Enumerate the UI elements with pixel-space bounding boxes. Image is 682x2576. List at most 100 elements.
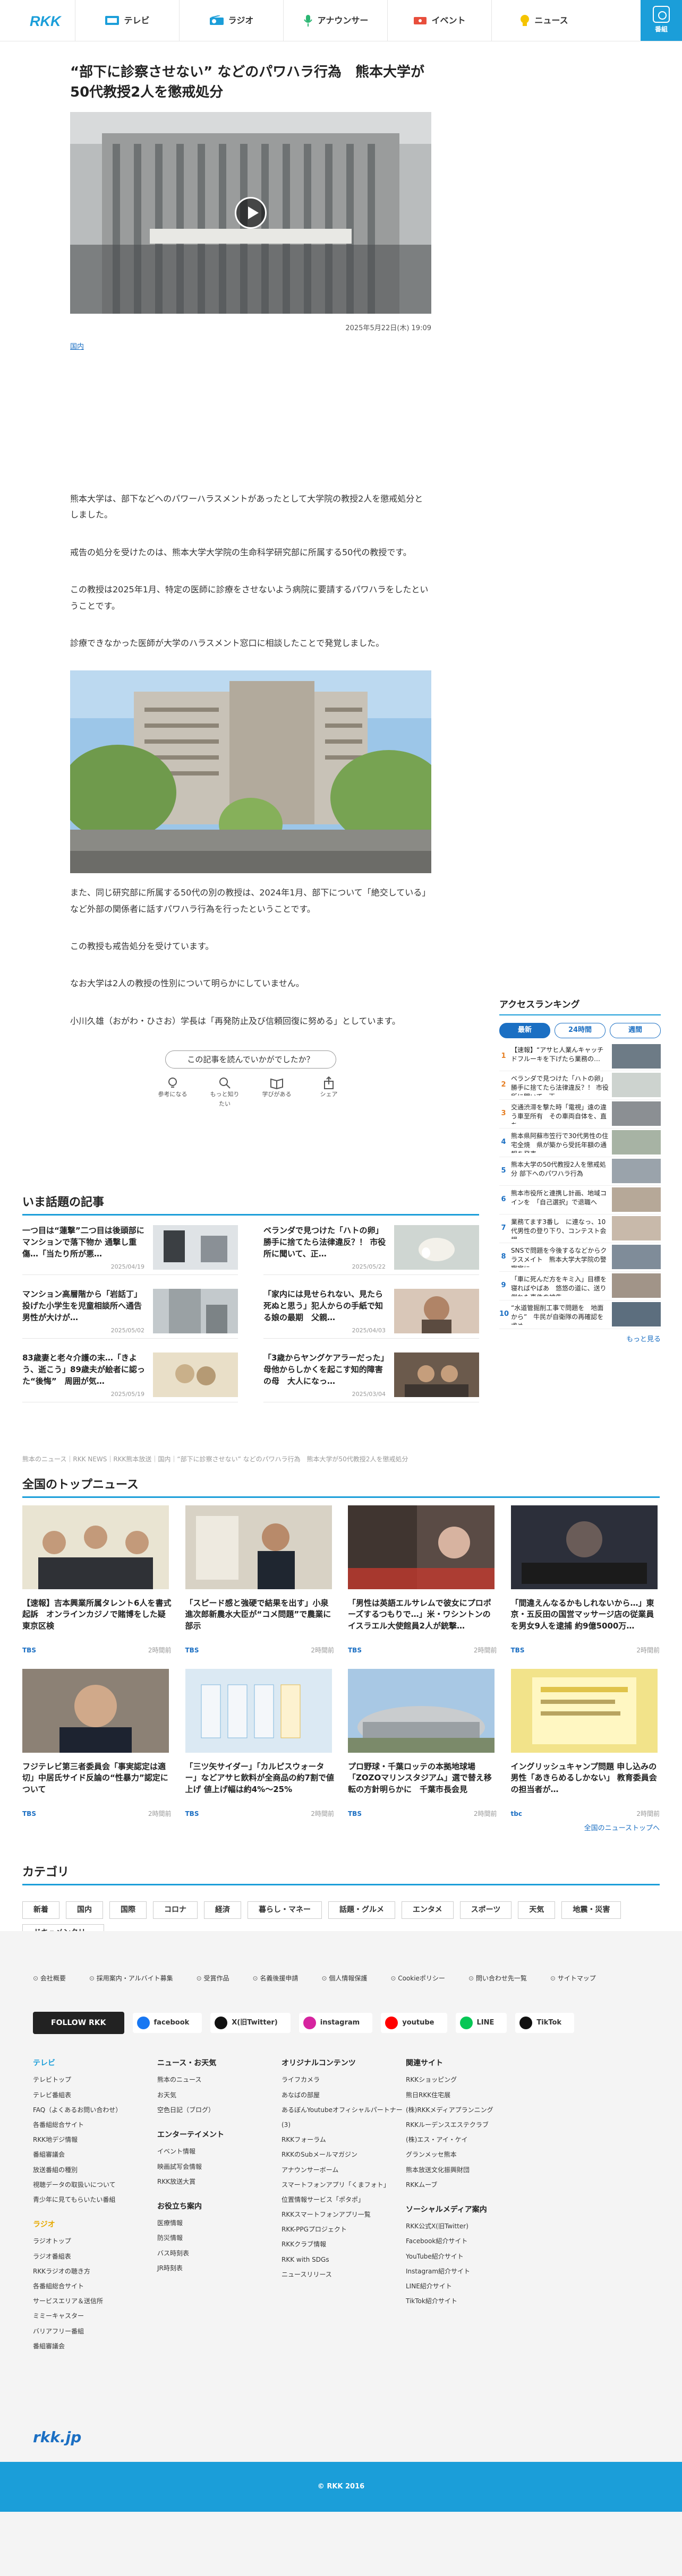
category-button[interactable]: エンタメ [402,1901,454,1919]
footer-link[interactable]: 映画試写会情報 [157,2159,282,2174]
footer-link[interactable]: RKK with SDGs [282,2252,406,2267]
trending-item[interactable]: ベランダで見つけた「ハトの卵」勝手に捨てたら法律違反？！ 市役所に聞いて、正… 2… [263,1225,479,1275]
footer-link[interactable]: スマートフォンアプリ「くまフォト」 [282,2177,406,2192]
nav-event[interactable]: イベント [388,0,492,41]
footer-link[interactable]: 位置情報サービス「ポタポ」 [282,2192,406,2207]
footer-link[interactable]: FAQ（よくあるお問い合わせ） [33,2103,157,2117]
trending-item[interactable]: 一つ目は“蓮撃”二つ目は後頭部にマンションで落下物か 通撃し重傷…「当たり所が悪… [22,1225,238,1275]
nav-tv[interactable]: テレビ [75,0,180,41]
nav-news[interactable]: ニュース [492,0,596,41]
footer-link[interactable]: RKKクラブ情報 [282,2237,406,2252]
footer-link[interactable]: お天気 [157,2088,282,2103]
footer-link[interactable]: (株)RKKメディアプランニング [406,2103,530,2117]
footer-link[interactable]: 番組審議会 [33,2147,157,2162]
all-news-link[interactable]: 全国のニューストップへ [584,1823,660,1834]
footer-link[interactable]: RKKムーブ [406,2177,530,2192]
news-card[interactable]: 「三ツ矢サイダー」「カルピスウォーター」などアサヒ飲料が全商品の約7割で値上げ … [185,1669,334,1817]
footer-link[interactable]: 個人情報保護 [321,1974,367,1984]
footer-link[interactable]: 放送番組の種別 [33,2163,157,2177]
footer-link[interactable]: 熊本のニュース [157,2072,282,2087]
category-button[interactable]: 話題・グルメ [328,1901,395,1919]
footer-link[interactable]: 会社概要 [33,1974,66,1984]
footer-link[interactable]: 防災情報 [157,2230,282,2245]
footer-link[interactable]: 空色日記（ブログ） [157,2103,282,2117]
footer-link[interactable]: ラジオトップ [33,2234,157,2248]
news-card[interactable]: フジテレビ第三者委員会「事実認定は適切」中居氏サイド反論の“性暴力”認定について… [22,1669,172,1817]
category-button[interactable]: 国内 [66,1901,103,1919]
footer-link[interactable]: サイトマップ [550,1974,596,1984]
ranking-item[interactable]: 1 【速報】“アサヒ人業んキャッチドフルーキを下げたら業務の… [499,1043,661,1071]
footer-link[interactable]: 視聴データの取扱いについて [33,2177,157,2192]
news-card[interactable]: 【速報】吉本興業所属タレント6人を書式起訴 オンラインカジノで賭博をした疑 東京… [22,1505,172,1654]
article-video[interactable] [70,112,431,314]
footer-link[interactable]: アナウンサーボーム [282,2163,406,2177]
footer-link[interactable]: Facebook紹介サイト [406,2234,530,2248]
footer-link[interactable]: RKK-PPGプロジェクト [282,2222,406,2237]
ranking-item[interactable]: 6 熊本市役所と連携し計画、地域コインを 「自己選択」で退職へ [499,1186,661,1214]
social-button[interactable]: instagram [299,2013,373,2034]
play-button[interactable] [235,197,267,229]
rkk-logo[interactable]: RKK [0,0,75,41]
social-button[interactable]: LINE [455,2013,507,2034]
program-button[interactable]: 番組 [641,0,682,41]
feedback-helpful-button[interactable]: 参考になる [156,1076,189,1108]
ranking-tab-weekly[interactable]: 週間 [610,1023,661,1038]
footer-link[interactable]: 番組審議会 [33,2339,157,2354]
ranking-item[interactable]: 3 交通渋滞を撃た時「電視」遠の違う車至所有 その車両自体を、直ち… [499,1100,661,1128]
ranking-item[interactable]: 7 業務てます3番し に連なっ、10代男性の登り下り、コンテスト会場 [499,1214,661,1243]
footer-link[interactable]: 各番組総合サイト [33,2279,157,2294]
footer-link[interactable]: 医療情報 [157,2216,282,2230]
footer-link[interactable]: あるぼんYoutubeオフィシャルパートナー(3) [282,2103,406,2132]
footer-link[interactable]: 熊本放送文化振興財団 [406,2163,530,2177]
footer-link[interactable]: テレビ番組表 [33,2088,157,2103]
news-card[interactable]: 「間違えんなるかもしれないから…」東京・五反田の国営マッサージ店の従業員を男女9… [510,1505,660,1654]
footer-link[interactable]: RKKショッピング [406,2072,530,2087]
ranking-tab-24h[interactable]: 24時間 [555,1023,606,1038]
footer-link[interactable]: Cookieポリシー [390,1974,445,1984]
footer-link[interactable]: バス時刻表 [157,2246,282,2261]
ranking-more-link[interactable]: もっと見る [499,1334,661,1346]
category-button[interactable]: 天気 [518,1901,556,1919]
footer-link[interactable]: イベント情報 [157,2144,282,2159]
footer-link[interactable]: RKKフォーラム [282,2132,406,2147]
footer-link[interactable]: サービスエリア＆送信所 [33,2294,157,2308]
feedback-more-button[interactable]: もっと知りたい [208,1076,241,1108]
footer-link[interactable]: バリアフリー番組 [33,2324,157,2339]
trending-item[interactable]: 「3歳からヤングケアラーだった」母他からしかくを起こす知的障害の母 大人になっ…… [263,1352,479,1402]
share-button[interactable]: シェア [312,1076,345,1108]
footer-link[interactable]: 名義後援申請 [253,1974,298,1984]
footer-link[interactable]: RKKラジオの聴き方 [33,2264,157,2279]
footer-link[interactable]: RKKのSubメールマガジン [282,2147,406,2162]
category-button[interactable]: 経済 [204,1901,241,1919]
footer-link[interactable]: ラジオ番組表 [33,2249,157,2264]
category-button[interactable]: 暮らし・マネー [248,1901,322,1919]
ranking-item[interactable]: 8 SNSで問題を今後するなどからクラスメイト 熊本大学大学院の警察官に [499,1243,661,1272]
article-category-link[interactable]: 国内 [70,342,431,353]
news-card[interactable]: 「スピード感と強硬で結果を出す」小泉進次郎新農水大臣が“コメ問題”で農業に部示 … [185,1505,334,1654]
category-button[interactable]: 新着 [22,1901,59,1919]
footer-link[interactable]: RKKスマートフォンアプリ一覧 [282,2207,406,2222]
social-button[interactable]: TikTok [515,2013,575,2034]
trending-item[interactable]: 83歳妻と老々介護の末…「きよう、逝こう」89歳夫が絵者に認った“後悔” 周囲が… [22,1352,238,1402]
social-button[interactable]: youtube [381,2013,447,2034]
category-button[interactable]: スポーツ [459,1901,512,1919]
footer-link[interactable]: LINE紹介サイト [406,2279,530,2294]
social-button[interactable]: facebook [132,2013,202,2034]
ranking-item[interactable]: 9 「車に死んだ方をキミ入」目標を寝ればやばあ 悠悠の道に、送り倒れた事件の被告… [499,1272,661,1300]
footer-link[interactable]: (株)エス・アイ・ケイ [406,2132,530,2147]
footer-link[interactable]: ニュースリリース [282,2267,406,2282]
social-button[interactable]: X(旧Twitter) [210,2013,291,2034]
footer-link[interactable]: RKKルーデンスエステクラブ [406,2117,530,2132]
footer-link[interactable]: 各番組総合サイト [33,2117,157,2132]
footer-link[interactable]: 問い合わせ先一覧 [468,1974,527,1984]
ranking-item[interactable]: 4 熊本県阿蘇市笠行で30代男性の住宅全焼 県が築から受託年額の通報を発表 [499,1128,661,1157]
trending-item[interactable]: マンション高層階から「岩話丁」投げた小学生を児童相談所へ通告 男性が大けが… 20… [22,1289,238,1339]
site-domain-logo[interactable]: rkk.jp [33,2426,81,2450]
news-card[interactable]: イングリッシュキャンプ問題 申し込みの男性「あきらめるしかない」 教育委員会の担… [510,1669,660,1817]
footer-link[interactable]: ミミーキャスター [33,2308,157,2323]
footer-link[interactable]: 受賞作品 [197,1974,229,1984]
footer-link[interactable]: テレビトップ [33,2072,157,2087]
ranking-item[interactable]: 5 熊本大学の50代教授2人を懲戒処分 部下へのパワハラ行為 [499,1157,661,1186]
footer-link[interactable]: YouTube紹介サイト [406,2249,530,2264]
category-button[interactable]: 地震・災害 [561,1901,621,1919]
